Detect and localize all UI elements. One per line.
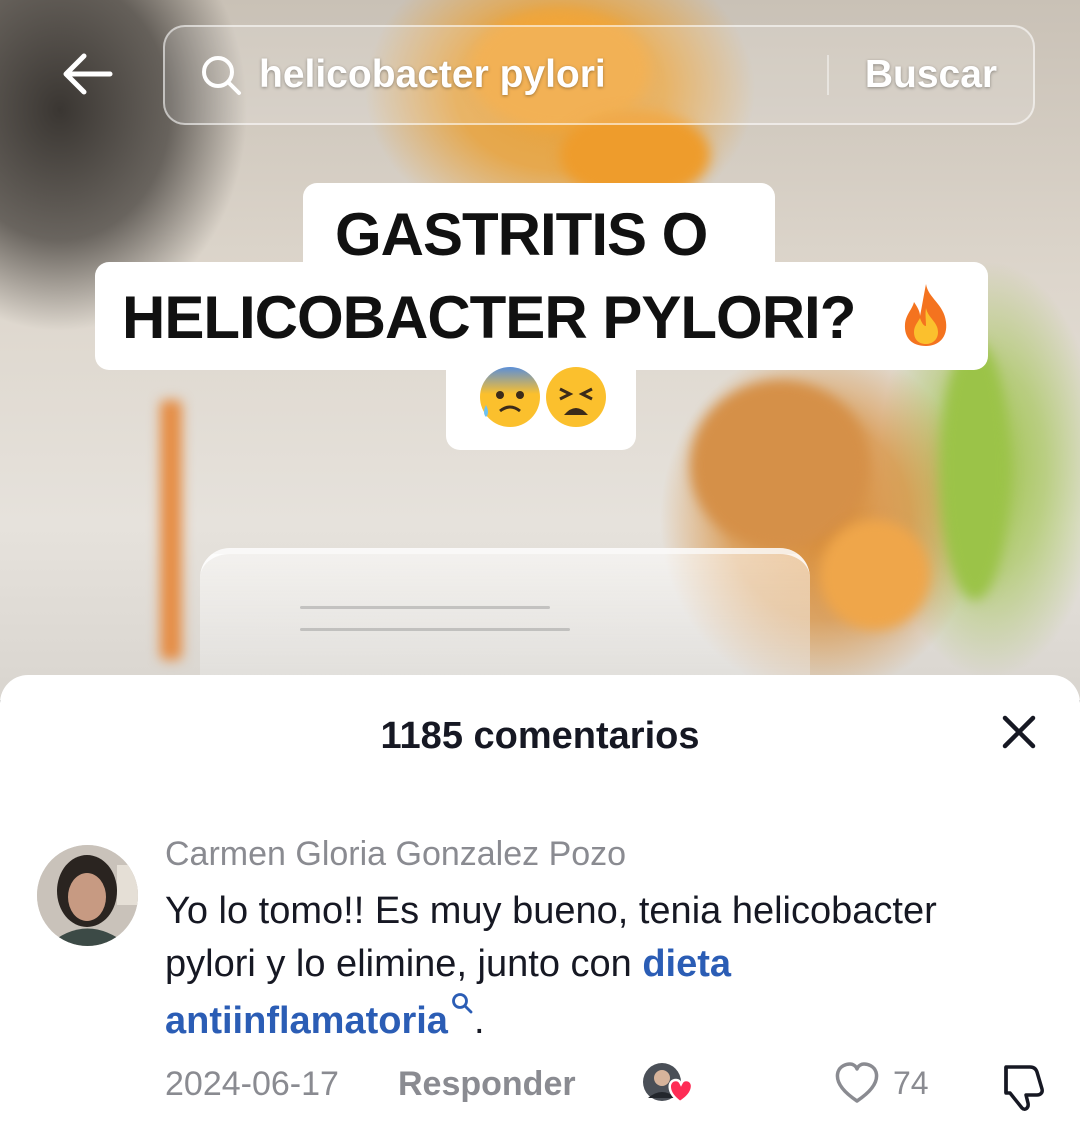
anxious-face-with-sweat-emoji xyxy=(480,367,540,427)
creator-liked-badge xyxy=(643,1063,694,1104)
like-count: 74 xyxy=(893,1064,929,1101)
video-bg-leaf xyxy=(940,340,1010,600)
search-icon xyxy=(199,53,243,97)
fire-emoji xyxy=(904,284,947,346)
video-bg-package xyxy=(820,520,930,630)
comments-panel: 1185 comentarios Carmen Gloria Gonzalez … xyxy=(0,675,1080,1134)
jar-label-line xyxy=(300,606,550,609)
avatar[interactable] xyxy=(37,845,138,946)
heart-outline-icon xyxy=(835,1062,879,1103)
caption-line2: HELICOBACTER PYLORI? xyxy=(122,284,856,351)
search-input[interactable]: helicobacter pylori xyxy=(259,53,827,97)
close-comments-button[interactable] xyxy=(995,708,1043,756)
tired-face-emoji xyxy=(546,367,606,427)
search-bar[interactable]: helicobacter pylori Buscar xyxy=(163,25,1035,125)
arrow-left-icon xyxy=(63,53,113,95)
comment-text: Yo lo tomo!! Es muy bueno, tenia helicob… xyxy=(165,885,995,1048)
back-button[interactable] xyxy=(54,42,118,106)
user-avatar-image xyxy=(37,845,138,946)
comment-text-main: Yo lo tomo!! Es muy bueno, tenia helicob… xyxy=(165,890,937,985)
comments-count-title: 1185 comentarios xyxy=(380,715,700,757)
search-icon xyxy=(452,993,473,1014)
jar-label-line xyxy=(300,628,570,631)
dislike-button[interactable] xyxy=(994,1061,1046,1113)
caption-line1: GASTRITIS O xyxy=(335,201,708,268)
comment-text-end: . xyxy=(473,1000,485,1042)
video-bg-stripe xyxy=(160,400,182,660)
like-button[interactable]: 74 xyxy=(833,1061,929,1105)
close-icon xyxy=(1002,715,1036,749)
comment-date: 2024-06-17 xyxy=(165,1065,339,1103)
comment-author[interactable]: Carmen Gloria Gonzalez Pozo xyxy=(165,835,626,874)
video-bg-package xyxy=(690,380,870,550)
thumbs-down-icon xyxy=(1004,1065,1044,1111)
search-button[interactable]: Buscar xyxy=(829,53,1033,97)
reply-button[interactable]: Responder xyxy=(398,1065,576,1104)
